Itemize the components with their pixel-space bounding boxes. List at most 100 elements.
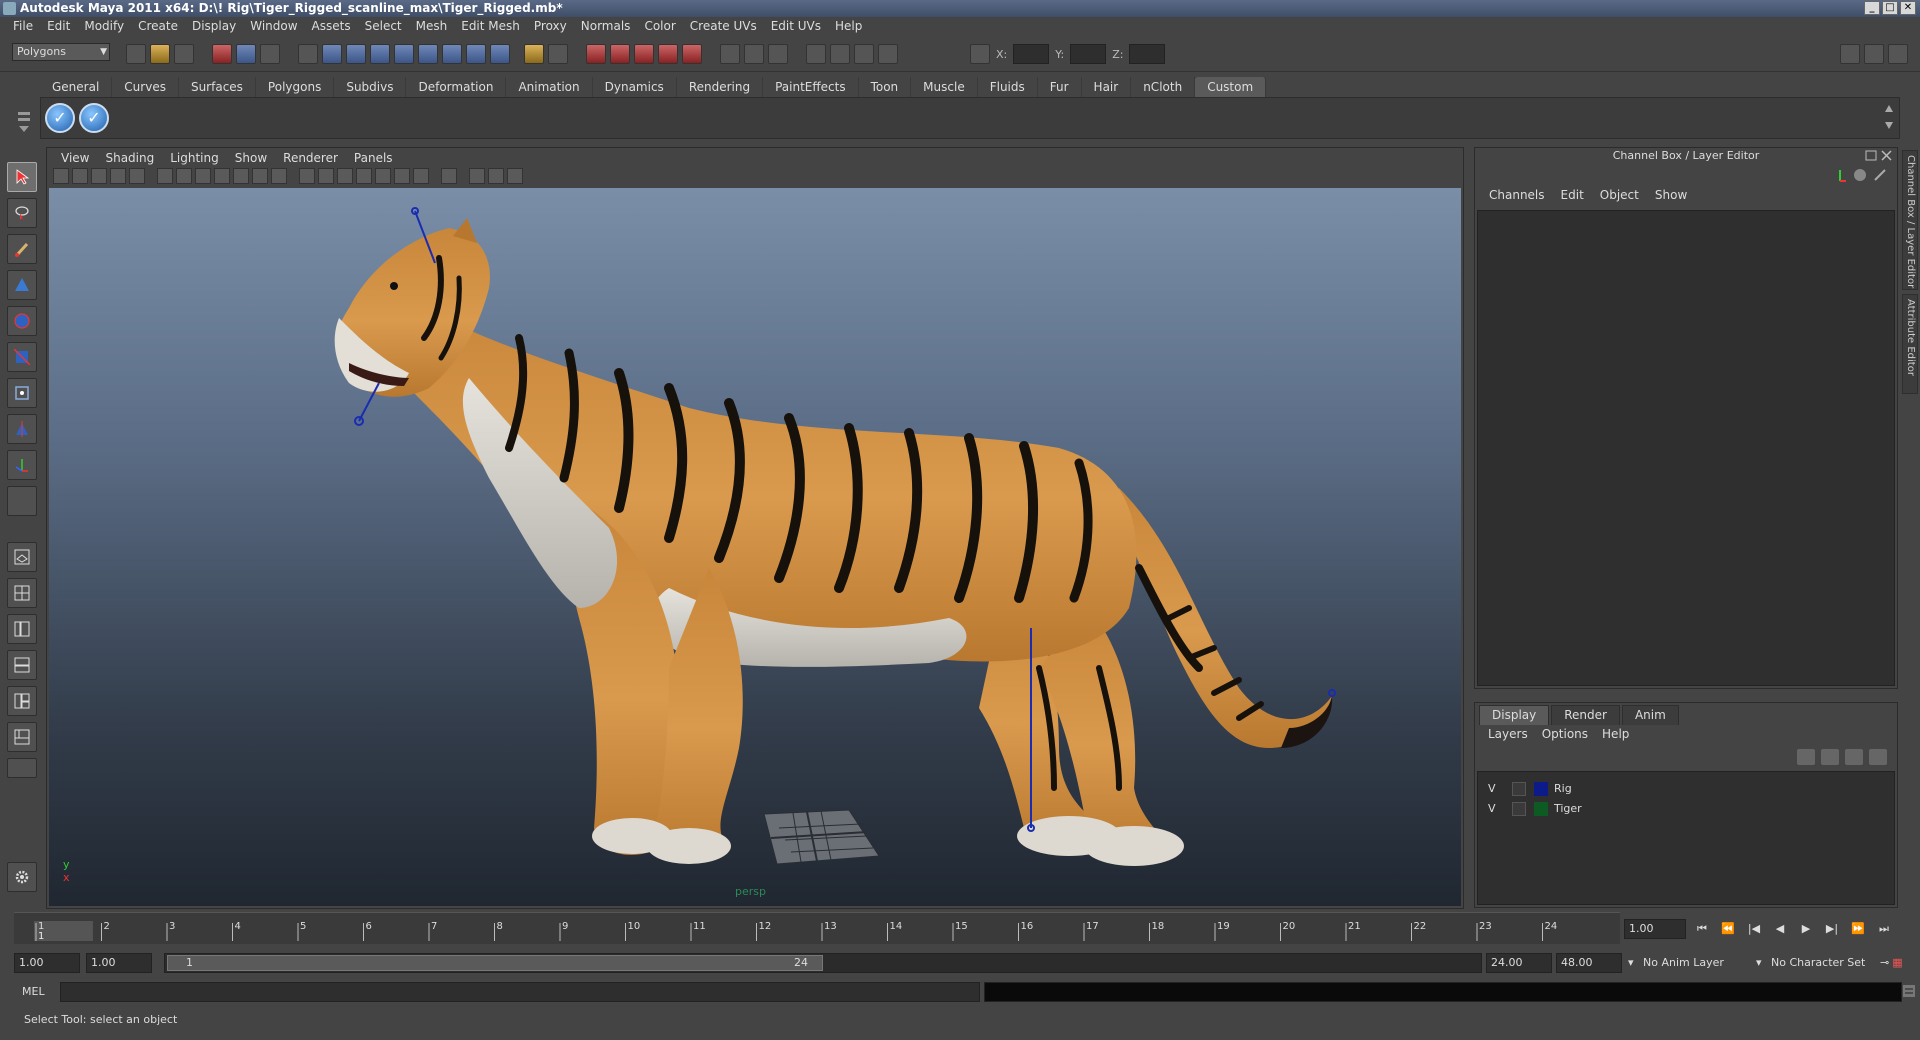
shelf-tab-deformation[interactable]: Deformation bbox=[406, 77, 507, 97]
tool-settings-toggle-icon[interactable] bbox=[1864, 44, 1884, 64]
save-scene-icon[interactable] bbox=[174, 44, 194, 64]
scale-tool[interactable] bbox=[7, 342, 37, 372]
time-slider[interactable]: 1 1 2 3 4 5 6 7 8 9 10 11 12 13 14 15 16 17 18 19 20 21 22 23 24 bbox=[14, 912, 1620, 944]
layer-tab-render[interactable]: Render bbox=[1551, 705, 1620, 725]
isolate-select-icon[interactable] bbox=[441, 168, 457, 184]
range-slider-thumb[interactable]: 1 24 bbox=[167, 955, 823, 971]
menu-edit[interactable]: Edit bbox=[40, 17, 77, 36]
shelf-tab-animation[interactable]: Animation bbox=[506, 77, 593, 97]
menu-help[interactable]: Help bbox=[828, 17, 869, 36]
joint-mask-icon[interactable] bbox=[346, 44, 366, 64]
viewport-menu-renderer[interactable]: Renderer bbox=[275, 150, 346, 166]
film-gate-icon[interactable] bbox=[176, 168, 192, 184]
perspective-viewport[interactable]: y x persp bbox=[49, 188, 1461, 906]
character-set-dropdown[interactable]: ▾ No Character Set bbox=[1756, 953, 1886, 973]
shelf-scroll-icon[interactable] bbox=[1883, 102, 1895, 134]
channel-menu-show[interactable]: Show bbox=[1647, 188, 1695, 202]
lock-selection-icon[interactable] bbox=[524, 44, 544, 64]
tool-settings-button[interactable] bbox=[7, 862, 37, 892]
step-forward-key-icon[interactable]: ▶| bbox=[1822, 920, 1842, 938]
menu-proxy[interactable]: Proxy bbox=[527, 17, 574, 36]
layer-color-swatch[interactable] bbox=[1534, 802, 1548, 816]
shelf-tab-painteffects[interactable]: PaintEffects bbox=[763, 77, 859, 97]
menu-assets[interactable]: Assets bbox=[305, 17, 358, 36]
camera-attributes-icon[interactable] bbox=[72, 168, 88, 184]
viewport-menu-lighting[interactable]: Lighting bbox=[162, 150, 227, 166]
render-view-icon[interactable] bbox=[806, 44, 826, 64]
new-layer-from-selected-icon[interactable] bbox=[1869, 749, 1887, 765]
layout-four-panes[interactable] bbox=[7, 578, 37, 608]
surface-mask-icon[interactable] bbox=[394, 44, 414, 64]
last-used-tool[interactable] bbox=[7, 486, 37, 516]
animation-end-field[interactable]: 48.00 bbox=[1556, 953, 1622, 973]
shelf-tab-rendering[interactable]: Rendering bbox=[677, 77, 764, 97]
select-tool[interactable] bbox=[7, 162, 37, 192]
wireframe-icon[interactable] bbox=[299, 168, 315, 184]
manipulator-options-icon[interactable] bbox=[1833, 168, 1847, 182]
minimize-button[interactable]: _ bbox=[1864, 1, 1880, 15]
shelf-tab-hair[interactable]: Hair bbox=[1082, 77, 1132, 97]
handle-mask-icon[interactable] bbox=[322, 44, 342, 64]
step-back-frame-icon[interactable]: ⏪ bbox=[1718, 920, 1738, 938]
shelf-tab-general[interactable]: General bbox=[40, 77, 113, 97]
tiger-model[interactable] bbox=[49, 188, 1461, 906]
smooth-shade-icon[interactable] bbox=[318, 168, 334, 184]
play-backwards-icon[interactable]: ◀ bbox=[1770, 920, 1790, 938]
transform-input-icon[interactable] bbox=[970, 44, 990, 64]
channel-menu-object[interactable]: Object bbox=[1592, 188, 1647, 202]
use-all-lights-icon[interactable] bbox=[375, 168, 391, 184]
universal-manipulator-tool[interactable] bbox=[7, 378, 37, 408]
channel-box-toggle-icon[interactable] bbox=[1888, 44, 1908, 64]
shelf-tab-dynamics[interactable]: Dynamics bbox=[593, 77, 677, 97]
ipr-render-icon[interactable] bbox=[854, 44, 874, 64]
side-tab-attribute-editor[interactable]: Attribute Editor bbox=[1902, 294, 1918, 394]
x-field[interactable] bbox=[1013, 44, 1050, 64]
menu-display[interactable]: Display bbox=[185, 17, 243, 36]
safe-title-icon[interactable] bbox=[271, 168, 287, 184]
auto-key-preferences[interactable]: ⊸ ▦ bbox=[1880, 953, 1916, 973]
play-forwards-icon[interactable]: ▶ bbox=[1796, 920, 1816, 938]
menu-create-uvs[interactable]: Create UVs bbox=[683, 17, 764, 36]
open-scene-icon[interactable] bbox=[150, 44, 170, 64]
attribute-editor-toggle-icon[interactable] bbox=[1840, 44, 1860, 64]
layout-persp-graph-outliner[interactable] bbox=[7, 722, 37, 752]
snap-to-grid-icon[interactable] bbox=[586, 44, 606, 64]
layer-display-type-toggle[interactable] bbox=[1512, 802, 1526, 816]
menu-mesh[interactable]: Mesh bbox=[409, 17, 455, 36]
deformation-mask-icon[interactable] bbox=[418, 44, 438, 64]
shelf-tab-toon[interactable]: Toon bbox=[859, 77, 912, 97]
move-layer-down-icon[interactable] bbox=[1821, 749, 1839, 765]
select-by-object-icon[interactable] bbox=[236, 44, 256, 64]
playback-end-field[interactable]: 24.00 bbox=[1486, 953, 1552, 973]
step-back-key-icon[interactable]: |◀ bbox=[1744, 920, 1764, 938]
shelf-button-check-1[interactable]: ✓ bbox=[45, 103, 75, 133]
step-forward-frame-icon[interactable]: ⏩ bbox=[1848, 920, 1868, 938]
menu-modify[interactable]: Modify bbox=[77, 17, 131, 36]
menu-set-dropdown[interactable]: Polygons ▼ bbox=[12, 43, 110, 61]
time-ruler[interactable]: 11 2 3 4 5 6 7 8 9 10 11 12 13 14 15 16 17 18 19 20 21 22 23 24 bbox=[14, 919, 1620, 943]
snap-to-view-plane-icon[interactable] bbox=[658, 44, 678, 64]
range-slider[interactable]: 1 24 bbox=[164, 953, 1482, 973]
panel-float-close-icons[interactable] bbox=[1865, 150, 1893, 162]
viewport-menu-view[interactable]: View bbox=[53, 150, 97, 166]
new-empty-layer-icon[interactable] bbox=[1845, 749, 1863, 765]
menu-file[interactable]: File bbox=[6, 17, 40, 36]
layout-single-pane[interactable] bbox=[7, 542, 37, 572]
snap-to-point-icon[interactable] bbox=[634, 44, 654, 64]
layer-visibility-toggle[interactable]: V bbox=[1488, 802, 1496, 815]
go-to-end-icon[interactable]: ⏭ bbox=[1874, 920, 1894, 938]
shelf-tab-polygons[interactable]: Polygons bbox=[256, 77, 335, 97]
misc-mask-icon[interactable] bbox=[490, 44, 510, 64]
shelf-grip[interactable] bbox=[14, 76, 36, 136]
layer-menu-options[interactable]: Options bbox=[1535, 727, 1595, 741]
layer-tab-anim[interactable]: Anim bbox=[1621, 705, 1679, 725]
viewport-menu-show[interactable]: Show bbox=[227, 150, 275, 166]
mask-dropdown-icon[interactable] bbox=[298, 44, 318, 64]
layout-hypershade[interactable] bbox=[7, 686, 37, 716]
two-d-pan-zoom-icon[interactable] bbox=[129, 168, 145, 184]
render-current-frame-icon[interactable] bbox=[830, 44, 850, 64]
layer-row-rig[interactable]: V Rig bbox=[1480, 780, 1892, 798]
shelf-tab-ncloth[interactable]: nCloth bbox=[1131, 77, 1196, 97]
menu-edit-uvs[interactable]: Edit UVs bbox=[764, 17, 828, 36]
maximize-button[interactable]: □ bbox=[1882, 1, 1898, 15]
